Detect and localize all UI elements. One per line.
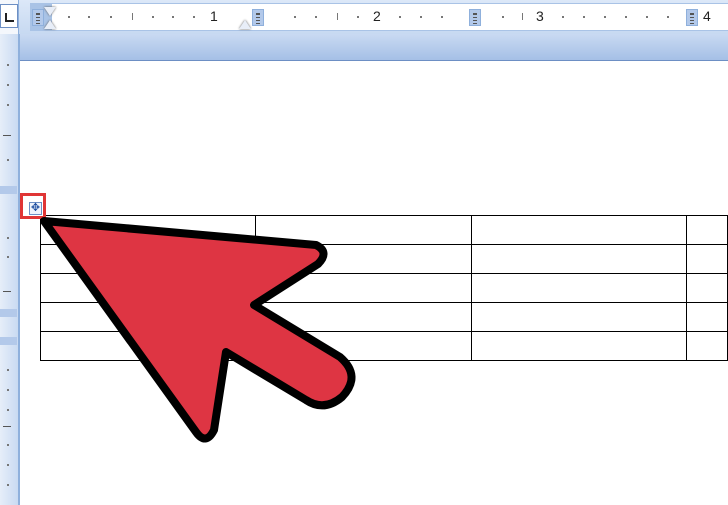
annotation-arrow-icon (40, 217, 356, 443)
